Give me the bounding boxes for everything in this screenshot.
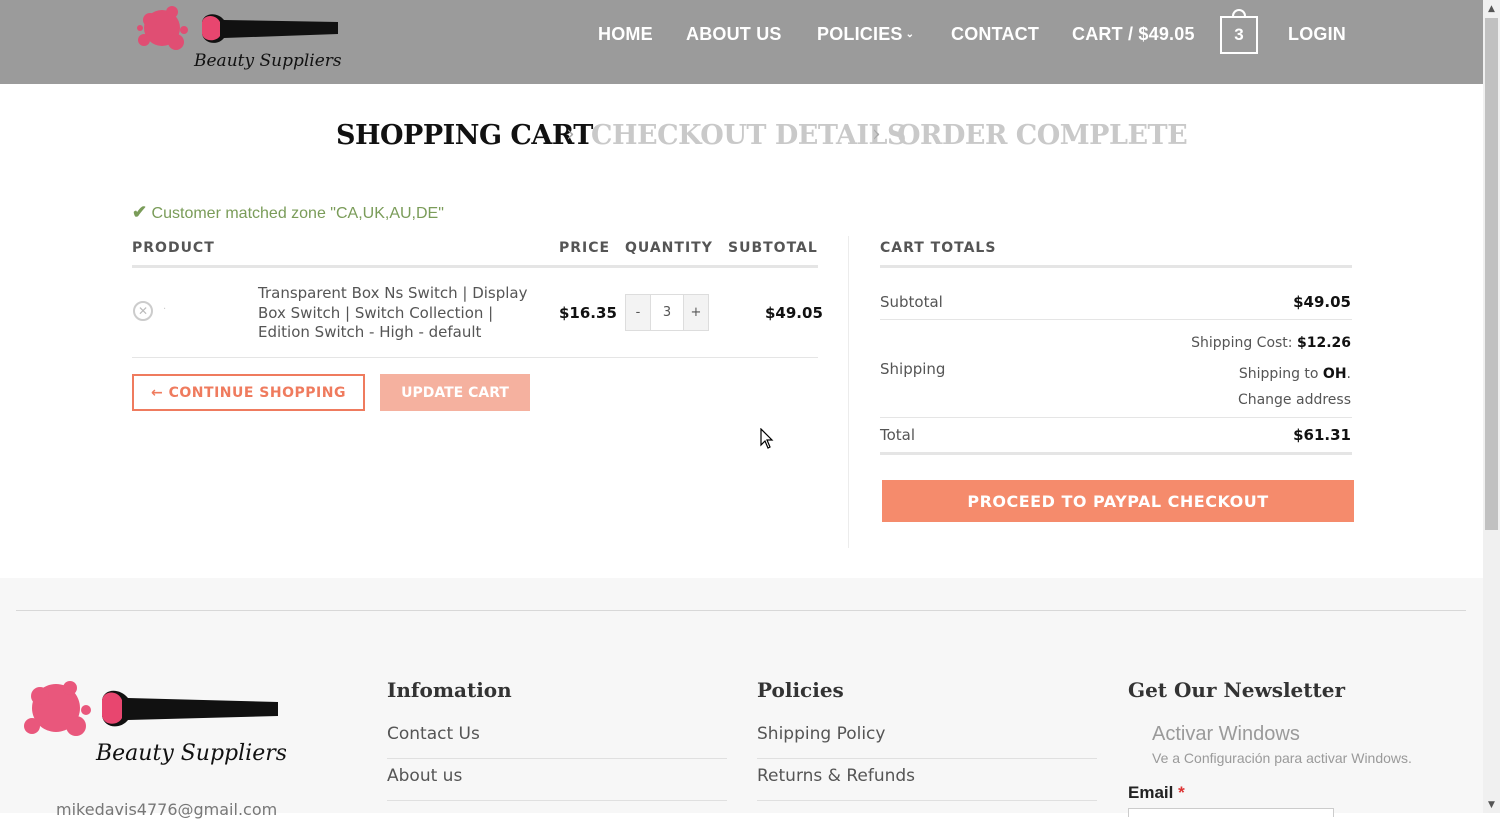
subtotal-value: $49.05	[1293, 293, 1351, 311]
zone-notice-text: Customer matched zone "CA,UK,AU,DE"	[151, 205, 444, 222]
nav-policies-label: POLICIES	[817, 24, 903, 44]
qty-increase-button[interactable]: +	[684, 295, 708, 330]
item-subtotal: $49.05	[765, 304, 823, 322]
footer-link-divider	[387, 800, 727, 801]
col-header-subtotal: SUBTOTAL	[728, 240, 818, 256]
footer-divider	[16, 610, 1466, 611]
chevron-down-icon: ⌄	[905, 29, 915, 40]
thumbnail-placeholder: ·	[163, 304, 167, 315]
shipping-cost: Shipping Cost: $12.26	[1191, 335, 1351, 351]
totals-header-divider	[880, 265, 1352, 268]
col-header-price: PRICE	[559, 240, 611, 256]
chevron-right-icon: ›	[872, 122, 881, 147]
footer-link-divider	[387, 758, 727, 759]
site-footer: Beauty Suppliers mikedavis4776@gmail.com…	[0, 578, 1483, 819]
continue-shopping-button[interactable]: ← CONTINUE SHOPPING	[132, 374, 365, 411]
cart-totals-title: CART TOTALS	[880, 240, 997, 256]
footer-brand-logo[interactable]: Beauty Suppliers	[16, 674, 286, 774]
newsletter-email-label: Email *	[1128, 783, 1185, 803]
footer-email[interactable]: mikedavis4776@gmail.com	[56, 800, 277, 819]
brand-logo[interactable]: Beauty Suppliers	[132, 0, 342, 78]
shipping-label: Shipping	[880, 360, 946, 378]
site-header: Beauty Suppliers HOME ABOUT US POLICIES ⌄…	[0, 0, 1483, 84]
col-header-product: PRODUCT	[132, 240, 215, 256]
col-header-quantity: QUANTITY	[625, 240, 713, 256]
footer-link-divider	[757, 758, 1097, 759]
footer-link-divider	[757, 800, 1097, 801]
step-order-complete: ORDER COMPLETE	[897, 120, 1188, 151]
item-price: $16.35	[559, 304, 617, 322]
step-checkout-details[interactable]: CHECKOUT DETAILS	[591, 120, 907, 151]
update-cart-button[interactable]: UPDATE CART	[380, 374, 530, 411]
nav-about-us[interactable]: ABOUT US	[686, 24, 782, 45]
totals-footer-divider	[880, 452, 1352, 455]
row-divider	[132, 357, 818, 358]
footer-link-about-us[interactable]: About us	[387, 766, 462, 786]
logo-text: Beauty Suppliers	[193, 51, 342, 71]
nav-login[interactable]: LOGIN	[1288, 24, 1346, 45]
quantity-stepper: - 3 +	[625, 294, 709, 331]
change-address-link[interactable]: Change address	[1238, 392, 1351, 408]
footer-policies-title: Policies	[757, 678, 844, 702]
footer-newsletter-title: Get Our Newsletter	[1128, 678, 1346, 702]
remove-item-icon[interactable]: ✕	[133, 301, 153, 321]
column-divider	[848, 236, 849, 548]
table-header-divider	[132, 265, 818, 268]
windows-activation-subtitle: Ve a Configuración para activar Windows.	[1152, 750, 1412, 766]
footer-logo-text: Beauty Suppliers	[95, 741, 286, 766]
zone-notice: ✔ Customer matched zone "CA,UK,AU,DE"	[132, 202, 444, 223]
nav-contact[interactable]: CONTACT	[951, 24, 1039, 45]
footer-information-title: Infomation	[387, 678, 512, 702]
page-scrollbar[interactable]: ▲ ▼	[1483, 0, 1500, 813]
qty-input[interactable]: 3	[650, 295, 684, 330]
product-name-link[interactable]: Transparent Box Ns Switch | Display Box …	[258, 284, 548, 343]
total-label: Total	[880, 426, 916, 444]
checkmark-icon: ✔	[132, 202, 148, 222]
nav-cart[interactable]: CART / $49.05	[1072, 24, 1195, 45]
windows-activation-title: Activar Windows	[1152, 723, 1300, 745]
shipping-cost-value: $12.26	[1296, 335, 1351, 351]
shipping-to-state: OH	[1322, 366, 1347, 382]
nav-policies[interactable]: POLICIES ⌄	[817, 24, 914, 45]
chevron-right-icon: ›	[566, 122, 575, 147]
step-shopping-cart[interactable]: SHOPPING CART	[336, 120, 593, 151]
shipping-to-prefix: Shipping to	[1238, 366, 1319, 382]
totals-row-divider	[880, 319, 1352, 320]
footer-link-shipping-policy[interactable]: Shipping Policy	[757, 724, 885, 744]
paypal-checkout-button[interactable]: PROCEED TO PAYPAL CHECKOUT	[882, 480, 1354, 522]
subtotal-label: Subtotal	[880, 293, 943, 311]
newsletter-email-label-text: Email	[1128, 783, 1174, 802]
qty-decrease-button[interactable]: -	[626, 295, 650, 330]
shipping-cost-label: Shipping Cost:	[1191, 335, 1293, 351]
footer-link-contact-us[interactable]: Contact Us	[387, 724, 480, 744]
scroll-down-arrow-icon[interactable]: ▼	[1483, 796, 1500, 813]
required-marker: *	[1178, 783, 1185, 802]
mouse-cursor-icon	[760, 428, 774, 449]
scroll-up-arrow-icon[interactable]: ▲	[1483, 0, 1500, 17]
nav-home[interactable]: HOME	[598, 24, 653, 45]
scrollbar-thumb[interactable]	[1485, 18, 1498, 530]
shipping-destination: Shipping to OH.	[1238, 366, 1351, 382]
footer-link-returns-refunds[interactable]: Returns & Refunds	[757, 766, 915, 786]
cart-count-badge[interactable]: 3	[1220, 16, 1258, 54]
total-value: $61.31	[1293, 426, 1351, 444]
totals-row-divider	[880, 417, 1352, 418]
